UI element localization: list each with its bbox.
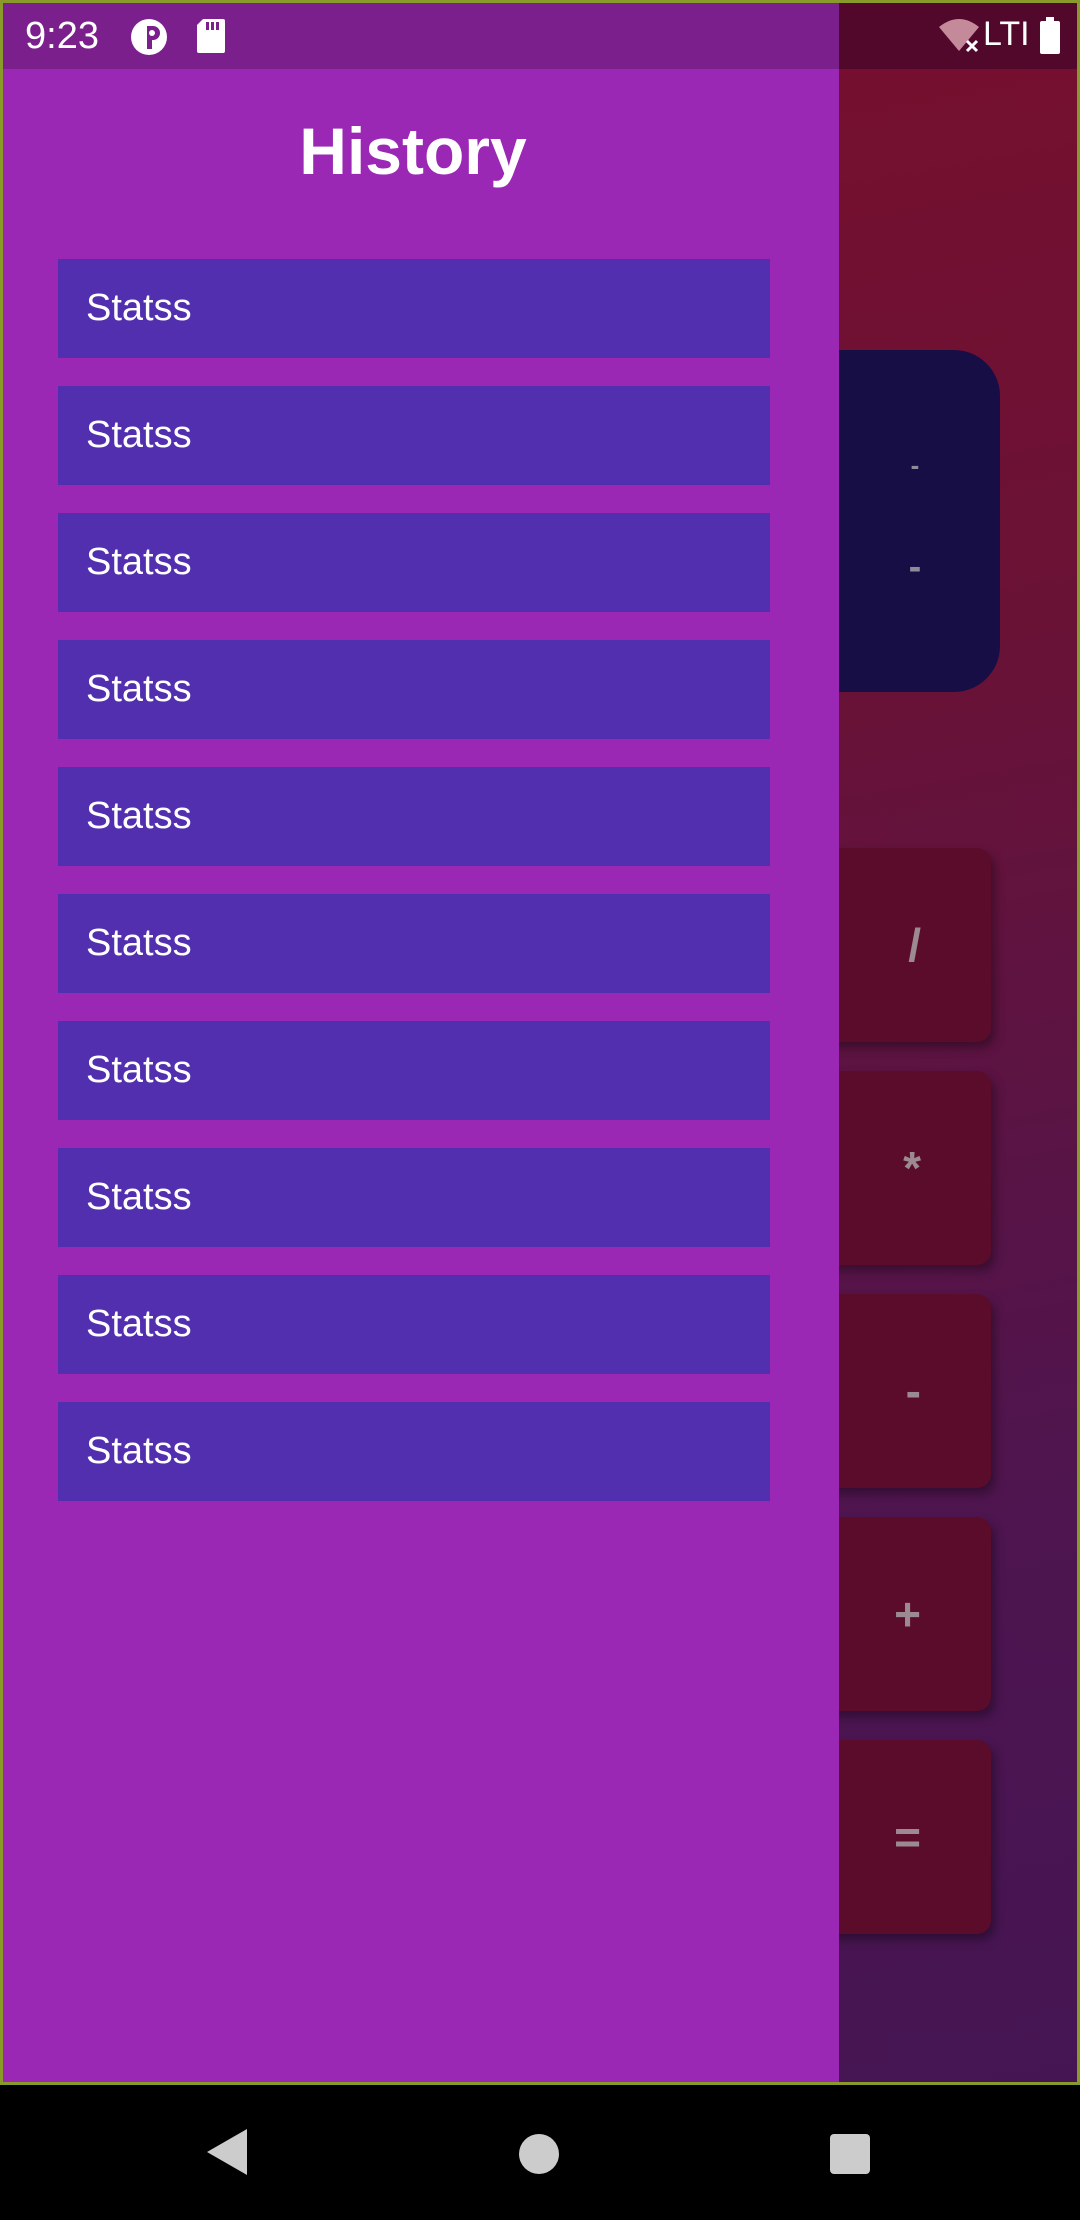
history-item[interactable]: Statss (58, 386, 770, 485)
history-list: Statss Statss Statss Statss Statss Stats… (58, 259, 770, 1529)
history-item[interactable]: Statss (58, 259, 770, 358)
recents-icon[interactable] (829, 2133, 871, 2180)
history-drawer: History Statss Statss Statss Statss Stat… (3, 69, 839, 2082)
status-bar: 9:23 LTI (3, 3, 1077, 69)
display-expression: - (910, 450, 920, 480)
navigation-bar (0, 2085, 1080, 2220)
history-item[interactable]: Statss (58, 894, 770, 993)
screen: - - / * - + = 9:23 LTI History Statss St… (0, 0, 1080, 2085)
history-item[interactable]: Statss (58, 1021, 770, 1120)
app-notification-icon (129, 17, 169, 62)
back-icon[interactable] (203, 2125, 251, 2184)
history-item[interactable]: Statss (58, 640, 770, 739)
battery-icon (1039, 17, 1061, 60)
history-item[interactable]: Statss (58, 767, 770, 866)
home-icon[interactable] (518, 2133, 560, 2180)
history-item[interactable]: Statss (58, 1148, 770, 1247)
sd-card-icon (195, 17, 227, 60)
history-item[interactable]: Statss (58, 513, 770, 612)
history-item[interactable]: Statss (58, 1402, 770, 1501)
drawer-title: History (299, 114, 527, 188)
history-item[interactable]: Statss (58, 1275, 770, 1374)
status-time: 9:23 (25, 15, 99, 57)
network-type-label: LTI (983, 15, 1030, 53)
display-result: - (908, 546, 922, 588)
wifi-off-icon (937, 17, 981, 60)
